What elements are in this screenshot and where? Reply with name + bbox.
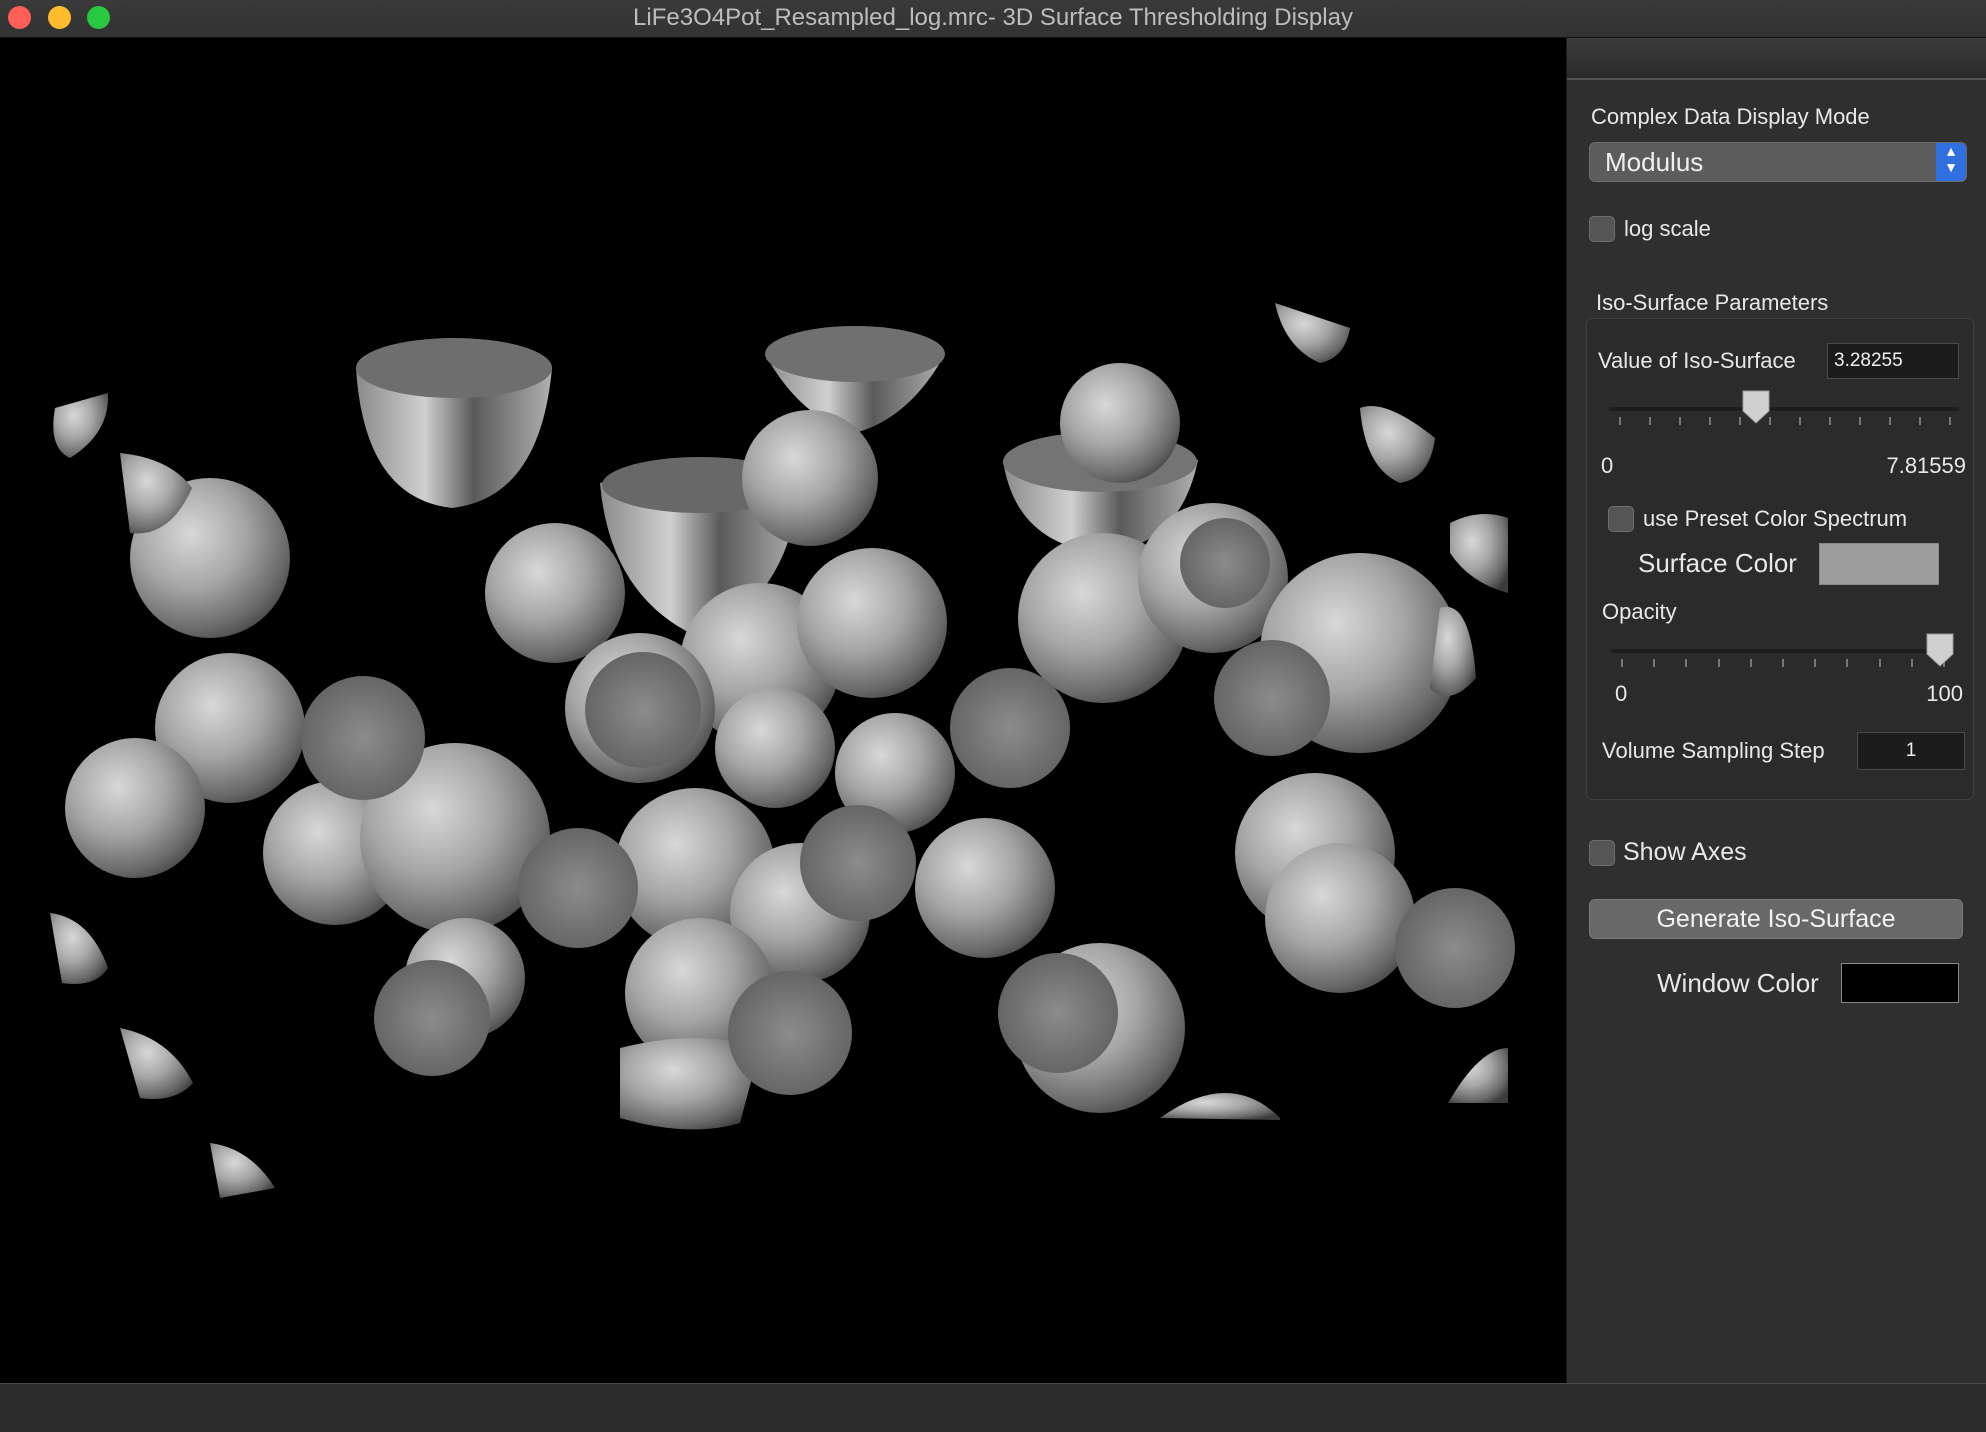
iso-group-label: Iso-Surface Parameters [1596, 290, 1829, 315]
opacity-min-label: 0 [1615, 681, 1628, 706]
sampling-label: Volume Sampling Step [1602, 738, 1825, 763]
panel-header [1567, 38, 1986, 80]
slider-tick [1685, 659, 1688, 667]
iso-min-label: 0 [1601, 453, 1614, 478]
opacity-label: Opacity [1602, 599, 1677, 624]
iso-surface-parameters-group: Value of Iso-Surface 0 7.81559 use Prese… [1586, 318, 1974, 800]
surface-color-swatch[interactable] [1819, 543, 1939, 585]
slider-tick [1910, 659, 1913, 667]
slider-tick [1709, 417, 1711, 425]
slider-tick [1878, 659, 1881, 667]
sampling-input[interactable] [1857, 732, 1965, 770]
iso-value-label: Value of Iso-Surface [1598, 348, 1796, 373]
generate-iso-surface-button[interactable]: Generate Iso-Surface [1589, 899, 1963, 939]
title-bar: LiFe3O4Pot_Resampled_log.mrc- 3D Surface… [0, 0, 1986, 38]
slider-tick [1619, 417, 1621, 425]
complex-mode-label: Complex Data Display Mode [1591, 104, 1870, 129]
opacity-slider-track[interactable] [1611, 649, 1953, 653]
slider-tick [1919, 417, 1921, 425]
iso-value-input[interactable] [1827, 343, 1959, 379]
window-color-label: Window Color [1657, 968, 1819, 998]
control-panel: Complex Data Display Mode Modulus ▲ ▼ log… [1566, 38, 1986, 1383]
slider-tick [1949, 417, 1951, 425]
slider-tick [1653, 659, 1656, 667]
window-color-swatch[interactable] [1841, 963, 1959, 1003]
slider-tick [1889, 417, 1891, 425]
opacity-max-label: 100 [1926, 681, 1963, 706]
show-axes-label: Show Axes [1623, 838, 1747, 866]
slider-tick [1846, 659, 1849, 667]
iso-surface-render [50, 303, 1515, 1198]
slider-tick [1782, 659, 1784, 667]
surface-color-label: Surface Color [1638, 548, 1797, 578]
slider-tick [1649, 417, 1651, 425]
slider-tick [1717, 659, 1720, 667]
log-scale-label: log scale [1624, 216, 1711, 241]
surface-render-viewport[interactable] [0, 38, 1566, 1383]
opacity-slider-thumb[interactable] [1925, 632, 1955, 668]
select-arrows-icon: ▲ ▼ [1936, 143, 1966, 181]
log-scale-checkbox[interactable] [1589, 216, 1615, 242]
preset-color-checkbox[interactable] [1608, 506, 1634, 532]
iso-max-label: 7.81559 [1886, 453, 1966, 478]
slider-tick [1621, 659, 1623, 667]
slider-tick [1749, 659, 1752, 667]
slider-tick [1679, 417, 1681, 425]
surface-blobs [50, 303, 1515, 1198]
slider-tick [1859, 417, 1861, 425]
complex-mode-select[interactable]: Modulus ▲ ▼ [1589, 142, 1967, 182]
iso-slider-thumb[interactable] [1741, 389, 1771, 425]
iso-slider-track[interactable] [1609, 407, 1959, 411]
slider-tick [1829, 417, 1831, 425]
slider-tick [1799, 417, 1801, 425]
preset-color-label: use Preset Color Spectrum [1643, 506, 1908, 531]
complex-mode-value: Modulus [1605, 147, 1704, 177]
slider-tick [1814, 659, 1817, 667]
show-axes-checkbox[interactable] [1589, 840, 1615, 866]
status-bar [0, 1383, 1986, 1432]
window-title: LiFe3O4Pot_Resampled_log.mrc- 3D Surface… [633, 4, 1353, 31]
